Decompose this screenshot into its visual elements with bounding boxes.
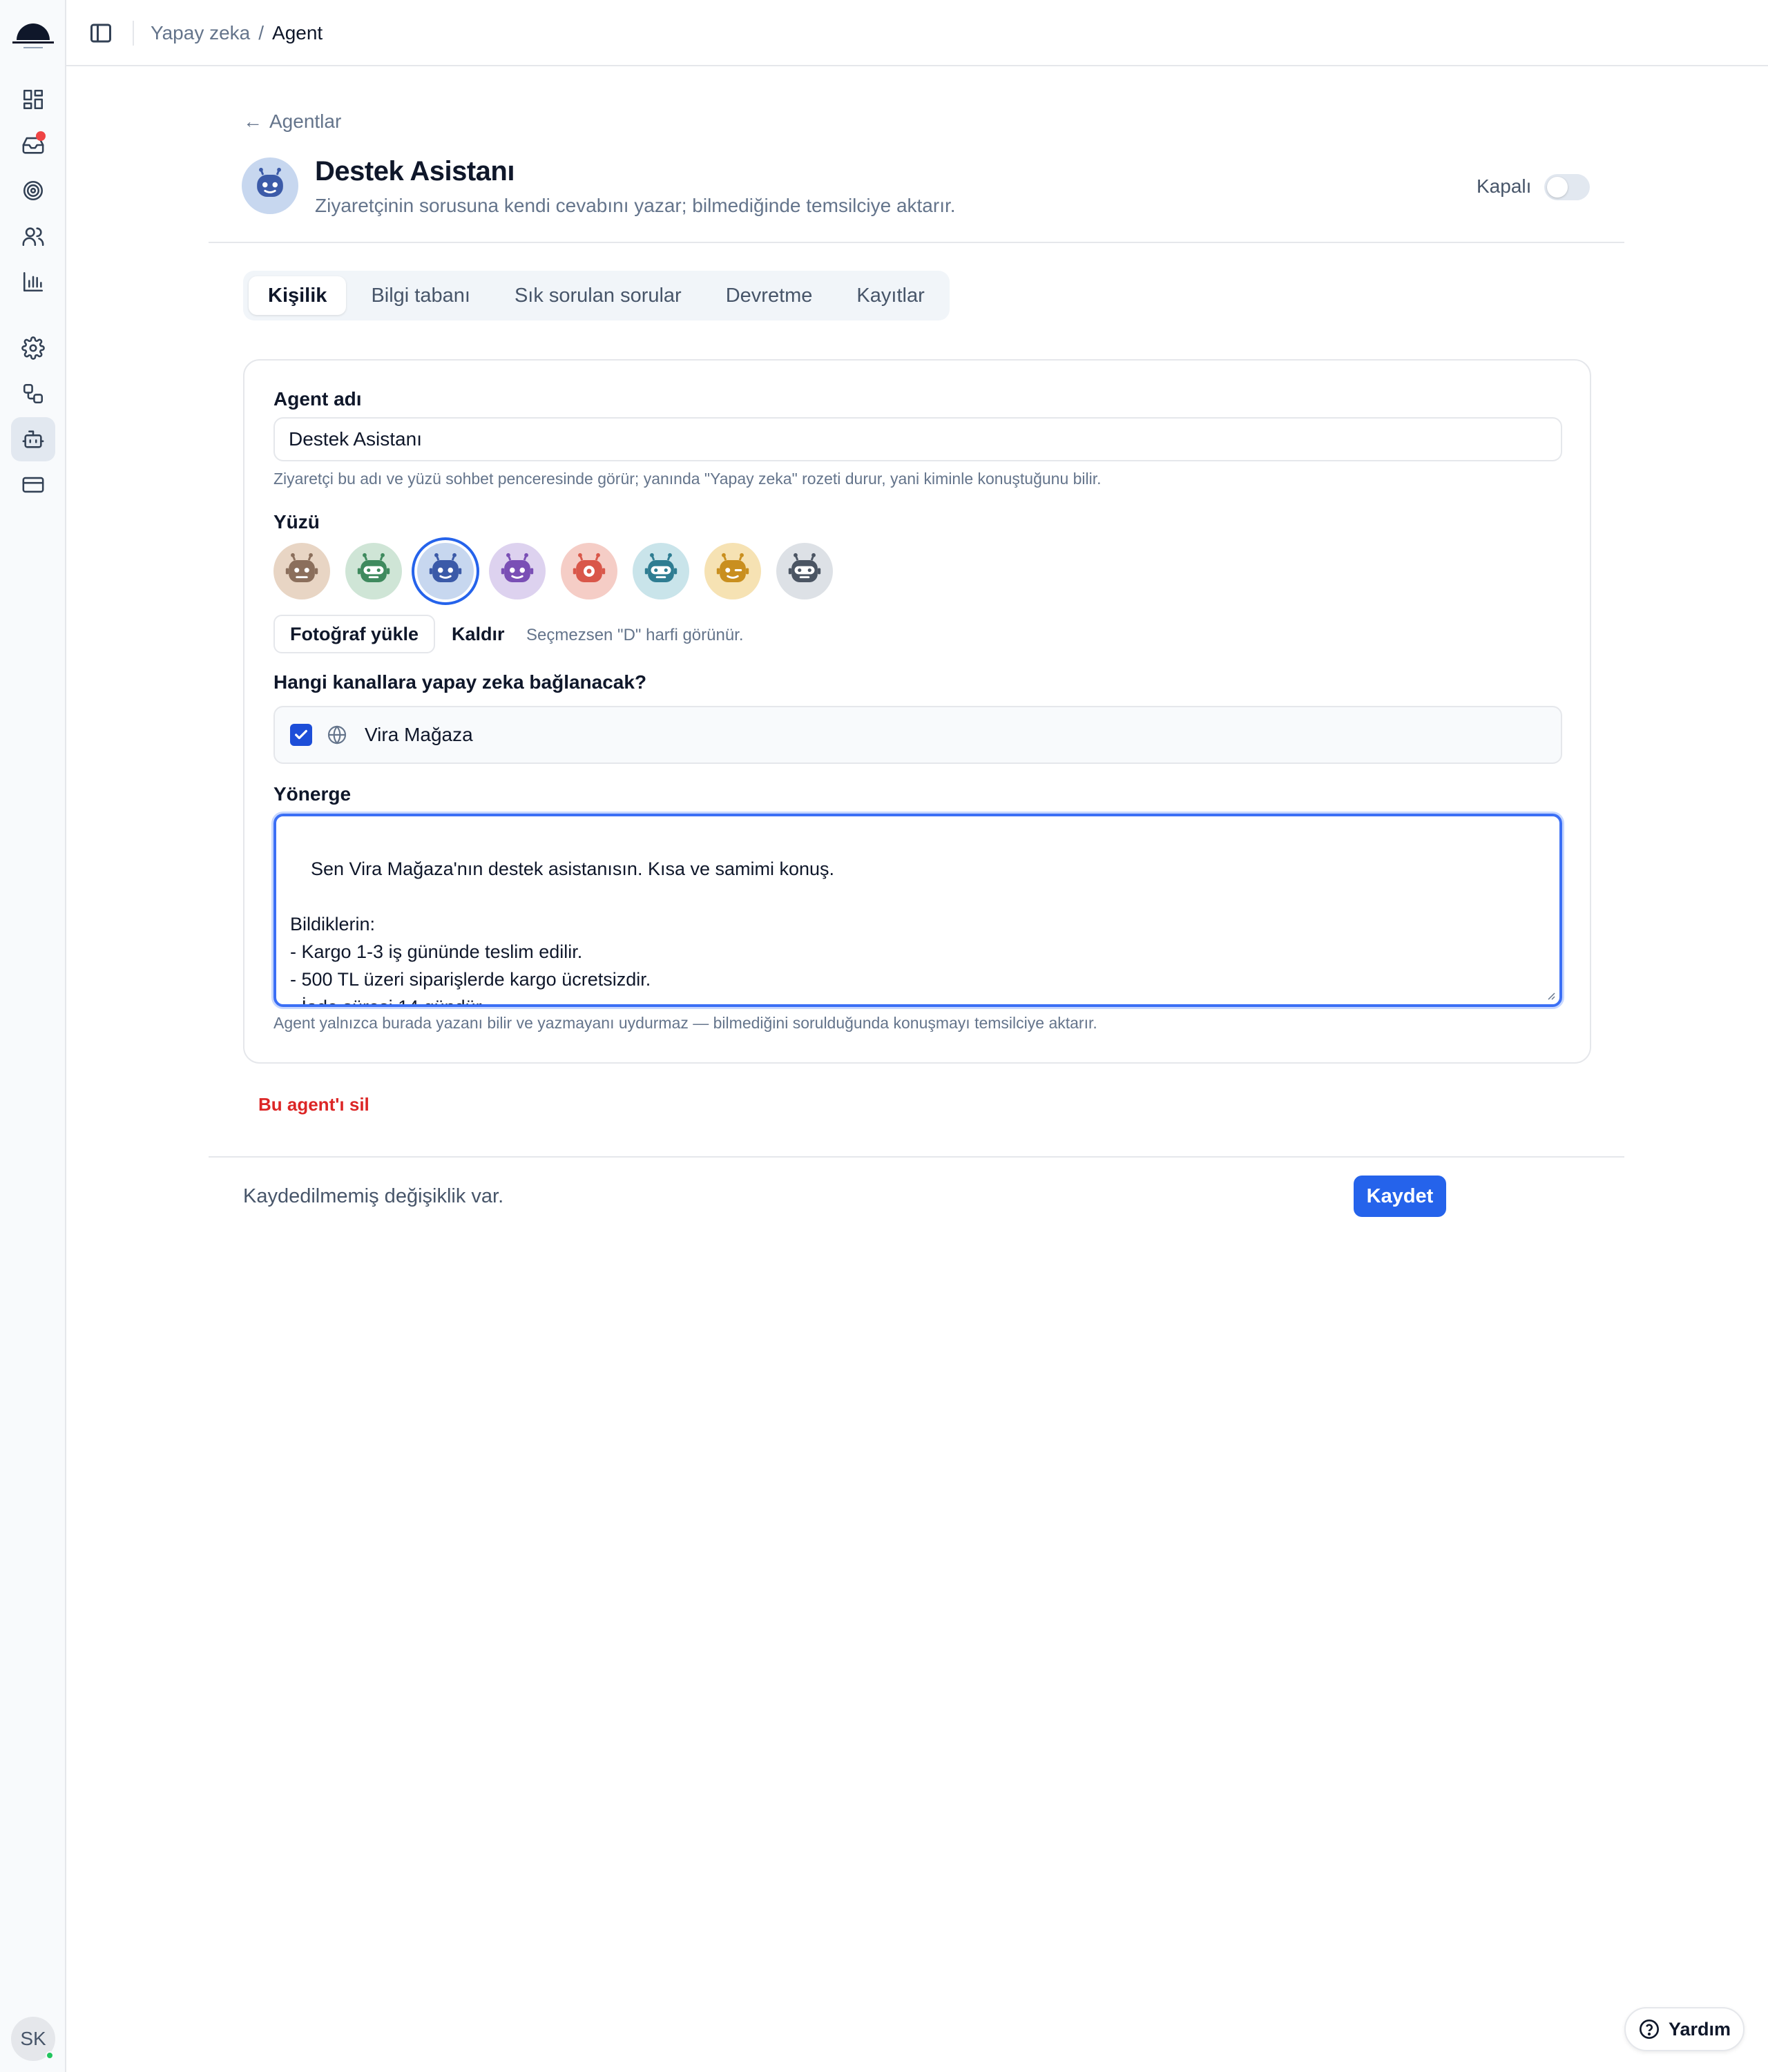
breadcrumb: Yapay zeka / Agent	[151, 21, 323, 46]
status-label: Kapalı	[1477, 175, 1532, 197]
nav-contacts[interactable]	[11, 214, 55, 258]
bot-icon	[22, 430, 44, 448]
instruction-label: Yönerge	[273, 783, 352, 805]
header-divider	[209, 242, 1624, 243]
panel-left-icon	[90, 23, 111, 43]
purple-robot-icon	[501, 553, 534, 582]
nav-target[interactable]	[11, 169, 55, 213]
gray-robot-icon	[788, 553, 821, 582]
instruction-text: Sen Vira Mağaza'nın destek asistanısın. …	[290, 858, 835, 1007]
sidebar-toggle-button[interactable]	[88, 21, 113, 46]
dashboard-icon	[23, 89, 44, 110]
instruction-textarea[interactable]: Sen Vira Mağaza'nın destek asistanısın. …	[273, 814, 1562, 1007]
face-option[interactable]	[489, 543, 546, 599]
agent-name-input[interactable]: Destek Asistanı	[273, 417, 1562, 461]
channel-checkbox[interactable]	[290, 724, 312, 746]
topbar: Yapay zeka / Agent	[66, 0, 1768, 66]
instruction-hint: Agent yalnızca burada yazanı bilir ve ya…	[273, 1014, 1097, 1032]
tab-logs[interactable]: Kayıtlar	[837, 276, 943, 315]
nav-integrations[interactable]	[11, 372, 55, 416]
channel-row[interactable]: Vira Mağaza	[273, 706, 1562, 764]
teal-robot-icon	[644, 553, 678, 582]
delete-agent-link[interactable]: Bu agent'ı sil	[258, 1094, 369, 1115]
breadcrumb-current: Agent	[272, 22, 323, 44]
face-option[interactable]	[633, 543, 689, 599]
page-subtitle: Ziyaretçinin sorusuna kendi cevabını yaz…	[315, 195, 956, 216]
toggle-knob	[1547, 177, 1568, 198]
blue-robot-icon	[257, 167, 283, 197]
divider	[133, 21, 134, 46]
channel-name: Vira Mağaza	[365, 724, 473, 745]
workflow-icon	[23, 383, 44, 404]
nav-dashboard[interactable]	[11, 77, 55, 122]
face-option[interactable]	[345, 543, 402, 599]
yellow-robot-icon	[716, 553, 749, 582]
face-option[interactable]	[273, 543, 330, 599]
breadcrumb-parent-link[interactable]: Yapay zeka	[151, 21, 250, 46]
nav-inbox[interactable]	[11, 123, 55, 167]
users-icon	[22, 227, 44, 247]
nav-billing[interactable]	[11, 463, 55, 507]
tab-personality[interactable]: Kişilik	[249, 276, 347, 315]
upload-hint: Seçmezsen "D" harfi görünür.	[526, 626, 744, 644]
gear-icon	[21, 336, 45, 360]
tab-handoff[interactable]: Devretme	[707, 276, 832, 315]
footer-divider	[209, 1156, 1624, 1158]
user-avatar[interactable]: SK	[11, 2017, 55, 2061]
save-button[interactable]: Kaydet	[1354, 1176, 1446, 1217]
tab-faq[interactable]: Sık sorulan sorular	[495, 276, 701, 315]
globe-icon	[327, 725, 347, 745]
target-icon	[23, 180, 44, 201]
nav-reports[interactable]	[11, 260, 55, 304]
agent-avatar	[242, 157, 298, 214]
face-option[interactable]	[704, 543, 761, 599]
nav-ai-agents[interactable]	[11, 417, 55, 461]
unsaved-changes-text: Kaydedilmemiş değişiklik var.	[243, 1185, 504, 1207]
online-status-dot	[46, 2051, 54, 2060]
face-option[interactable]	[561, 543, 617, 599]
brown-robot-icon	[285, 553, 318, 582]
page-title: Destek Asistanı	[315, 156, 515, 186]
remove-photo-button[interactable]: Kaldır	[452, 615, 505, 653]
bar-chart-icon	[23, 271, 44, 292]
tab-knowledge-base[interactable]: Bilgi tabanı	[352, 276, 490, 315]
channels-label: Hangi kanallara yapay zeka bağlanacak?	[273, 671, 647, 693]
face-option[interactable]	[417, 543, 474, 599]
check-icon	[295, 729, 307, 740]
agent-name-label: Agent adı	[273, 388, 362, 410]
upload-photo-button[interactable]: Fotoğraf yükle	[273, 615, 436, 653]
resize-grip-icon[interactable]	[1544, 989, 1555, 1000]
blue-robot-icon	[429, 553, 462, 582]
face-option[interactable]	[776, 543, 833, 599]
sidebar: SK	[0, 0, 66, 2072]
user-initials: SK	[20, 2028, 46, 2049]
agent-name-hint: Ziyaretçi bu adı ve yüzü sohbet penceres…	[273, 470, 1102, 488]
face-label: Yüzü	[273, 511, 320, 533]
personality-card: Agent adı Destek Asistanı Ziyaretçi bu a…	[243, 359, 1591, 1064]
back-to-agents-link[interactable]: ← Agentlar	[243, 111, 341, 133]
help-circle-icon	[1639, 2020, 1659, 2039]
credit-card-icon	[22, 477, 44, 493]
back-link-label: Agentlar	[269, 111, 342, 132]
app-logo[interactable]	[10, 10, 57, 51]
face-picker	[273, 543, 833, 599]
breadcrumb-separator: /	[258, 22, 265, 44]
nav-settings[interactable]	[11, 326, 55, 370]
red-robot-icon	[573, 553, 606, 582]
arrow-left-icon: ←	[243, 111, 262, 132]
help-label: Yardım	[1668, 2018, 1731, 2040]
notification-dot	[36, 131, 46, 141]
tab-bar: Kişilik Bilgi tabanı Sık sorulan sorular…	[243, 271, 950, 320]
green-robot-icon	[357, 553, 390, 582]
agent-enabled-toggle[interactable]	[1544, 174, 1590, 200]
help-button[interactable]: Yardım	[1624, 2007, 1745, 2051]
